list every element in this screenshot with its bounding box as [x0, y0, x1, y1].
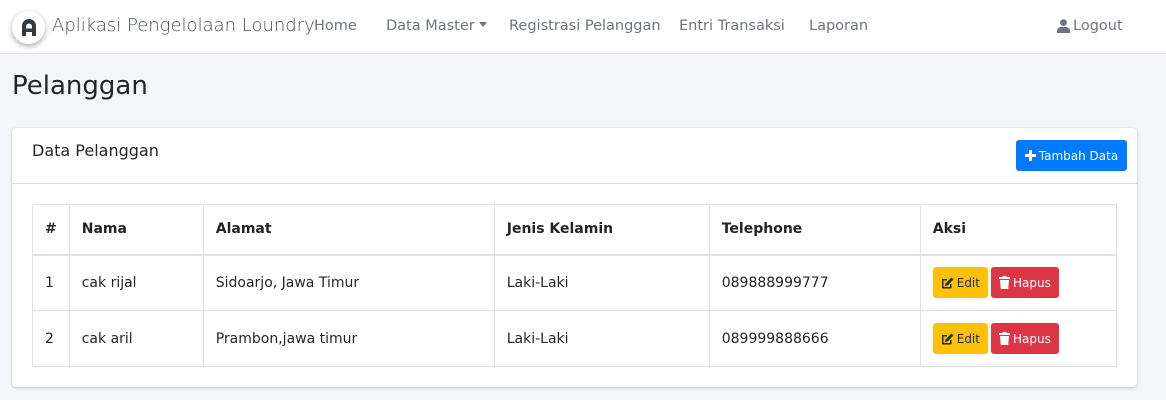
nav-registrasi-pelanggan[interactable]: Registrasi Pelanggan [509, 18, 661, 34]
cell-nama: cak aril [68, 310, 204, 367]
chevron-down-icon [478, 22, 487, 27]
delete-label: Hapus [1012, 275, 1051, 290]
column-header-alamat: Alamat [202, 204, 495, 256]
cell-alamat: Prambon,jawa timur [202, 310, 495, 367]
card-header: Data Pelanggan Tambah Data [12, 128, 1137, 184]
edit-icon [941, 277, 954, 289]
delete-button[interactable]: Hapus [990, 323, 1059, 354]
nav-home[interactable]: Home [314, 18, 357, 34]
trash-icon [998, 332, 1010, 345]
edit-label: Edit [956, 275, 980, 290]
cell-aksi: Edit Hapus [919, 254, 1118, 311]
customer-table: # Nama Alamat Jenis Kelamin Telephone Ak… [32, 204, 1118, 367]
table-row: 1 cak rijal Sidoarjo, Jawa Timur Laki-La… [32, 254, 1118, 311]
user-icon [1057, 19, 1070, 33]
edit-icon [941, 333, 954, 344]
brand-title[interactable]: Aplikasi Pengelolaan Loundry [52, 15, 315, 36]
cell-alamat: Sidoarjo, Jawa Timur [202, 254, 495, 311]
cell-number: 2 [32, 310, 70, 367]
delete-label: Hapus [1012, 331, 1051, 346]
column-header-number: # [32, 204, 70, 256]
plus-icon [1024, 150, 1036, 161]
column-header-aksi: Aksi [919, 204, 1118, 256]
logout-label: Logout [1073, 18, 1123, 34]
logout-button[interactable]: Logout [1057, 18, 1123, 34]
cell-aksi: Edit Hapus [919, 310, 1118, 367]
add-data-label: Tambah Data [1038, 148, 1119, 163]
nav-data-master[interactable]: Data Master [386, 18, 487, 34]
table-row: 2 cak aril Prambon,jawa timur Laki-Laki … [32, 310, 1118, 367]
edit-button[interactable]: Edit [932, 323, 988, 354]
cell-telephone: 089888999777 [708, 254, 921, 311]
top-navbar: Aplikasi Pengelolaan Loundry Home Data M… [0, 0, 1166, 54]
column-header-telephone: Telephone [708, 204, 921, 256]
cell-nama: cak rijal [68, 254, 204, 311]
column-header-nama: Nama [68, 204, 204, 256]
table-header-row: # Nama Alamat Jenis Kelamin Telephone Ak… [32, 204, 1118, 256]
cell-jenis-kelamin: Laki-Laki [493, 254, 710, 311]
nav-entri-transaksi[interactable]: Entri Transaksi [679, 18, 785, 34]
edit-button[interactable]: Edit [932, 267, 988, 299]
brand-logo-icon[interactable] [12, 11, 45, 44]
cell-jenis-kelamin: Laki-Laki [493, 310, 710, 367]
cell-number: 1 [32, 254, 70, 311]
customer-card: Data Pelanggan Tambah Data # Nama Alamat… [12, 128, 1137, 387]
page-title: Pelanggan [12, 71, 148, 101]
column-header-jenis-kelamin: Jenis Kelamin [493, 204, 710, 256]
add-data-button[interactable]: Tambah Data [1016, 140, 1127, 171]
trash-icon [998, 276, 1010, 290]
delete-button[interactable]: Hapus [990, 267, 1059, 299]
card-title: Data Pelanggan [32, 141, 159, 160]
cell-telephone: 089999888666 [708, 310, 921, 367]
nav-laporan[interactable]: Laporan [809, 18, 868, 34]
nav-data-master-label: Data Master [386, 18, 475, 34]
edit-label: Edit [956, 331, 980, 346]
